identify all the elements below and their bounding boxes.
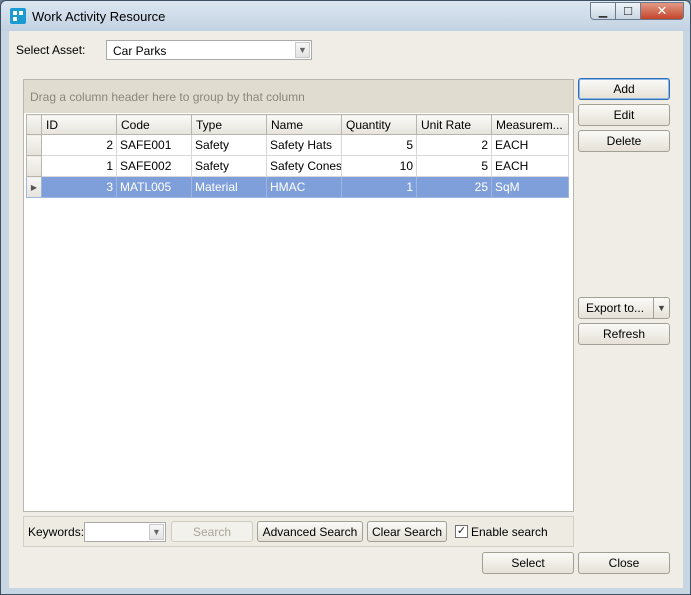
group-by-panel[interactable]: Drag a column header here to group by th… [24, 80, 573, 113]
cell-quantity[interactable]: 10 [341, 155, 417, 177]
group-by-hint: Drag a column header here to group by th… [30, 90, 305, 104]
close-icon: ✕ [656, 3, 668, 18]
column-header-id[interactable]: ID [41, 114, 117, 135]
minimize-icon: ▁ [598, 5, 608, 18]
export-to-label: Export to... [586, 301, 645, 315]
dialog-body: Select Asset: Car Parks ▼ Drag a column … [9, 31, 683, 588]
checkmark-icon: ✓ [456, 525, 467, 537]
window-title: Work Activity Resource [32, 9, 166, 24]
cell-measurement[interactable]: SqM [491, 176, 569, 198]
column-header-name[interactable]: Name [266, 114, 342, 135]
keywords-label: Keywords: [28, 525, 85, 539]
table-row[interactable]: 2 SAFE001 Safety Safety Hats 5 2 EACH [26, 134, 569, 156]
column-header-quantity[interactable]: Quantity [341, 114, 417, 135]
close-window-button[interactable]: ✕ [641, 2, 684, 20]
column-header-code[interactable]: Code [116, 114, 192, 135]
window: Work Activity Resource ▁ ☐ ✕ Select Asse… [0, 0, 691, 595]
chevron-down-icon[interactable]: ▼ [149, 524, 164, 540]
resource-table: ID Code Type Name Quantity Unit Rate Mea… [26, 114, 569, 198]
cell-code[interactable]: MATL005 [116, 176, 192, 198]
cell-name[interactable]: Safety Cones [266, 155, 342, 177]
search-button[interactable]: Search [171, 521, 253, 542]
cell-code[interactable]: SAFE002 [116, 155, 192, 177]
advanced-search-button[interactable]: Advanced Search [257, 521, 363, 542]
cell-measurement[interactable]: EACH [491, 134, 569, 156]
column-header-measurement[interactable]: Measurem... [491, 114, 569, 135]
export-to-button[interactable]: Export to... ▼ [578, 297, 670, 319]
resource-grid: Drag a column header here to group by th… [23, 79, 574, 512]
table-row[interactable]: 1 SAFE002 Safety Safety Cones 10 5 EACH [26, 155, 569, 177]
delete-button[interactable]: Delete [578, 130, 670, 152]
search-bar: Keywords: ▼ Search Advanced Search Clear… [23, 516, 574, 547]
refresh-button[interactable]: Refresh [578, 323, 670, 345]
row-indicator[interactable] [26, 155, 42, 177]
select-button[interactable]: Select [482, 552, 574, 574]
row-pointer-icon[interactable]: ▶ [26, 176, 42, 198]
column-header-type[interactable]: Type [191, 114, 267, 135]
cell-type[interactable]: Safety [191, 134, 267, 156]
keywords-input[interactable]: ▼ [84, 522, 166, 542]
cell-id[interactable]: 2 [41, 134, 117, 156]
cell-unit-rate[interactable]: 25 [416, 176, 492, 198]
cell-name[interactable]: HMAC [266, 176, 342, 198]
select-asset-combo[interactable]: Car Parks ▼ [106, 40, 312, 60]
row-indicator[interactable] [26, 134, 42, 156]
maximize-icon: ☐ [623, 5, 633, 18]
caption-buttons: ▁ ☐ ✕ [590, 2, 684, 20]
column-header-unit-rate[interactable]: Unit Rate [416, 114, 492, 135]
cell-quantity[interactable]: 1 [341, 176, 417, 198]
cell-id[interactable]: 3 [41, 176, 117, 198]
cell-quantity[interactable]: 5 [341, 134, 417, 156]
close-button[interactable]: Close [578, 552, 670, 574]
chevron-down-icon[interactable]: ▼ [295, 42, 310, 58]
header-row: ID Code Type Name Quantity Unit Rate Mea… [26, 114, 569, 135]
row-indicator-header [26, 114, 42, 135]
cell-unit-rate[interactable]: 5 [416, 155, 492, 177]
add-button[interactable]: Add [578, 78, 670, 100]
select-asset-value: Car Parks [113, 44, 167, 58]
clear-search-button[interactable]: Clear Search [367, 521, 447, 542]
edit-button[interactable]: Edit [578, 104, 670, 126]
cell-measurement[interactable]: EACH [491, 155, 569, 177]
cell-code[interactable]: SAFE001 [116, 134, 192, 156]
enable-search-label: Enable search [471, 525, 548, 539]
title-bar[interactable]: Work Activity Resource ▁ ☐ ✕ [1, 1, 690, 31]
app-logo-icon [10, 8, 26, 24]
cell-type[interactable]: Material [191, 176, 267, 198]
table-row-selected[interactable]: ▶ 3 MATL005 Material HMAC 1 25 SqM [26, 176, 569, 198]
minimize-button[interactable]: ▁ [590, 2, 616, 20]
cell-name[interactable]: Safety Hats [266, 134, 342, 156]
cell-id[interactable]: 1 [41, 155, 117, 177]
cell-type[interactable]: Safety [191, 155, 267, 177]
chevron-down-icon[interactable]: ▼ [653, 298, 669, 318]
enable-search-checkbox[interactable]: ✓ [455, 525, 468, 538]
cell-unit-rate[interactable]: 2 [416, 134, 492, 156]
maximize-button[interactable]: ☐ [616, 2, 641, 20]
select-asset-label: Select Asset: [16, 43, 86, 57]
